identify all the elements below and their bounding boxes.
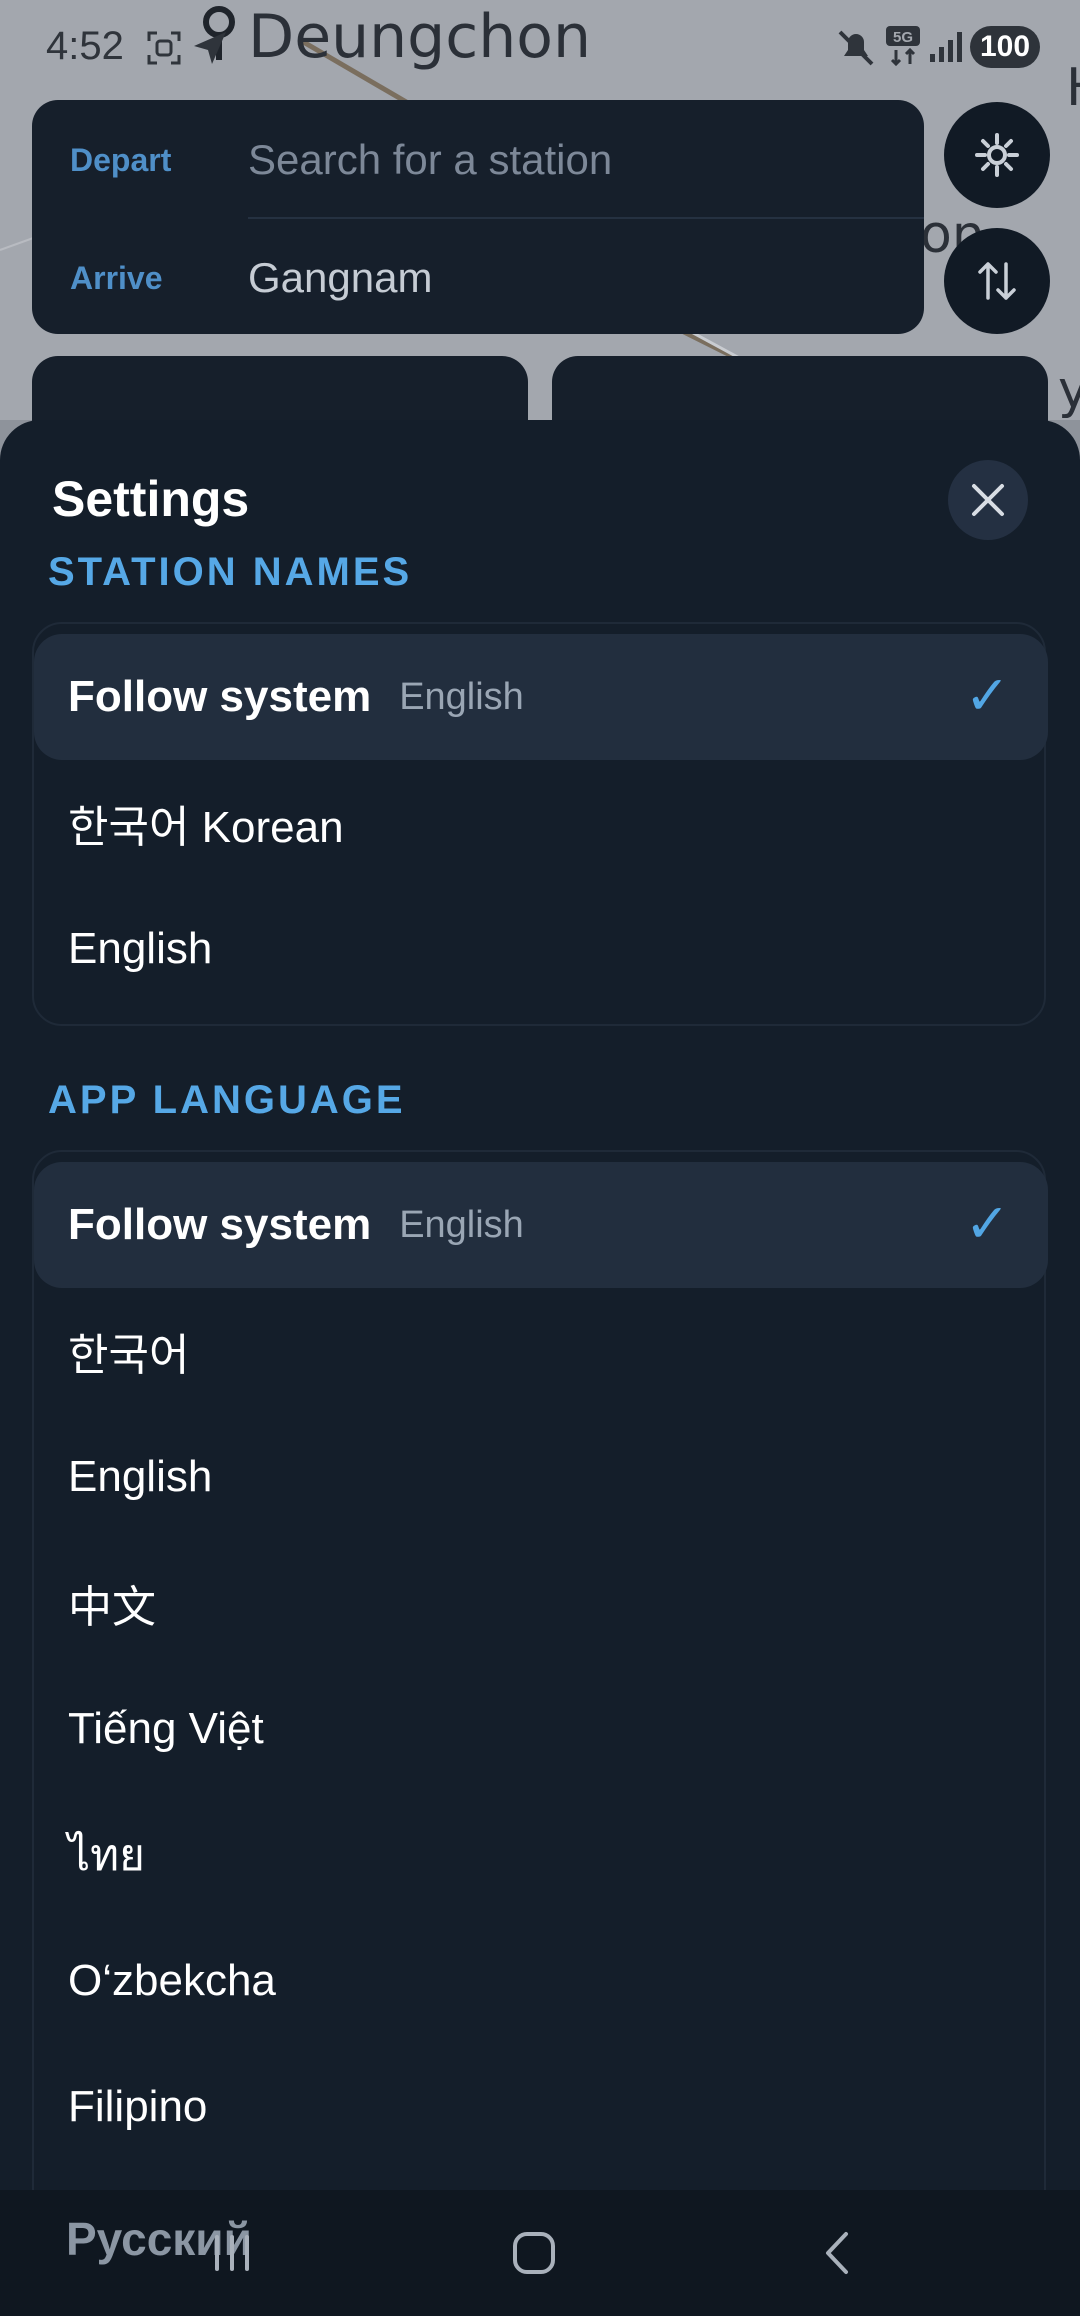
back-button[interactable]: [778, 2218, 898, 2288]
option-sublabel: English: [399, 1203, 524, 1246]
gear-icon: [975, 133, 1019, 177]
station-option-follow-system[interactable]: Follow system English ✓: [34, 634, 1048, 760]
svg-text:5G: 5G: [893, 29, 913, 46]
location-arrow-icon: [194, 32, 226, 64]
option-label: 中文: [68, 1583, 156, 1632]
option-label: 한국어: [68, 1331, 190, 1380]
settings-sheet: Settings STATION NAMES Follow system Eng…: [0, 420, 1080, 2316]
route-divider: [248, 217, 924, 219]
station-names-group: Follow system English ✓ 한국어 Korean Engli…: [32, 622, 1048, 1026]
language-option-korean[interactable]: 한국어: [34, 1288, 1048, 1414]
option-label: O‘zbekcha: [68, 1956, 276, 2005]
home-icon: [513, 2232, 555, 2274]
status-time: 4:52: [46, 24, 124, 68]
close-icon: [972, 484, 1004, 516]
language-option-vietnamese[interactable]: Tiếng Việt: [34, 1666, 1048, 1792]
option-label: 한국어 Korean: [68, 803, 344, 852]
checkmark-icon: ✓: [964, 664, 1010, 727]
station-option-korean[interactable]: 한국어 Korean: [34, 760, 1048, 886]
option-sublabel: English: [399, 675, 524, 718]
language-option-chinese[interactable]: 中文: [34, 1540, 1048, 1666]
route-search-card: Depart Search for a station Arrive Gangn…: [32, 100, 924, 334]
language-option-uzbek[interactable]: O‘zbekcha: [34, 1918, 1048, 2044]
map-edge-label: yu: [1058, 360, 1080, 420]
language-option-thai[interactable]: ไทย: [34, 1792, 1048, 1918]
mute-icon: [838, 30, 874, 66]
screenshot-icon: [147, 31, 181, 65]
option-label: Follow system: [68, 672, 372, 721]
depart-label: Depart: [70, 142, 172, 178]
depart-input[interactable]: Search for a station: [248, 136, 612, 184]
option-label: Follow system: [68, 1200, 372, 1249]
5g-icon: 5G: [886, 26, 920, 67]
checkmark-icon: ✓: [964, 1192, 1010, 1255]
language-option-follow-system[interactable]: Follow system English ✓: [34, 1162, 1048, 1288]
station-names-heading: STATION NAMES: [48, 550, 413, 594]
swap-vertical-icon: [978, 262, 1016, 300]
arrive-input[interactable]: Gangnam: [248, 254, 432, 302]
status-bar: 4:52 5G 100: [0, 0, 1080, 90]
option-label: English: [68, 1452, 213, 1501]
option-label: English: [68, 924, 213, 973]
language-option-english[interactable]: English: [34, 1414, 1048, 1540]
signal-icon: [930, 32, 962, 62]
back-icon: [826, 2232, 848, 2274]
close-button[interactable]: [948, 460, 1028, 540]
settings-title: Settings: [52, 471, 250, 527]
home-button[interactable]: [474, 2218, 594, 2288]
recent-apps-icon: [215, 2235, 249, 2271]
station-option-english[interactable]: English: [34, 886, 1048, 1012]
settings-button[interactable]: [944, 102, 1050, 208]
swap-stations-button[interactable]: [944, 228, 1050, 334]
app-language-heading: APP LANGUAGE: [48, 1078, 406, 1122]
option-label: ไทย: [68, 1831, 145, 1880]
arrive-label: Arrive: [70, 260, 163, 296]
recent-apps-button[interactable]: [172, 2218, 292, 2288]
option-label: Filipino: [68, 2082, 208, 2131]
option-label: Tiếng Việt: [68, 1704, 264, 1753]
language-option-filipino[interactable]: Filipino: [34, 2044, 1048, 2170]
battery-indicator: 100: [970, 26, 1040, 68]
app-language-group: Follow system English ✓ 한국어 English 中文 T…: [32, 1150, 1048, 2316]
